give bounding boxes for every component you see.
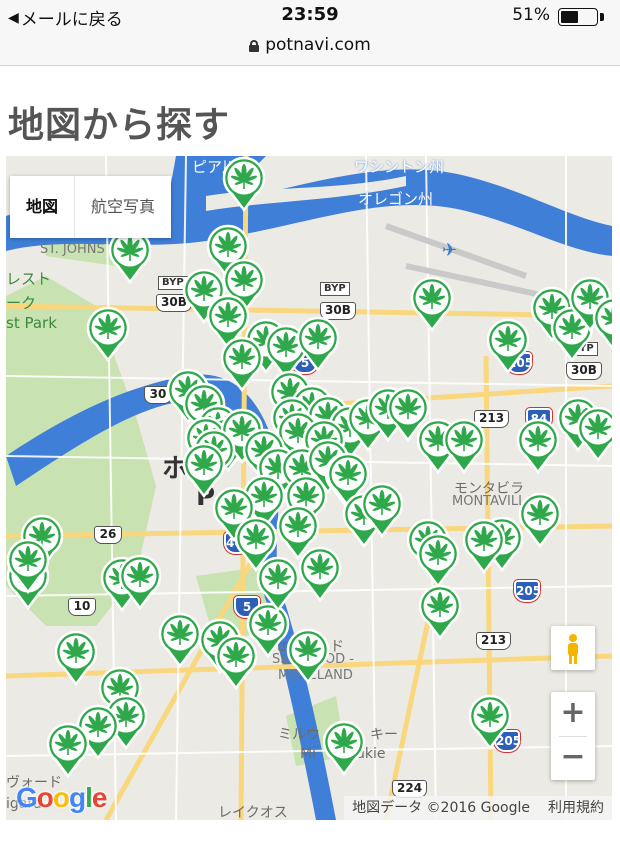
- dispensary-pin[interactable]: [518, 492, 562, 548]
- cannabis-leaf-icon: [486, 318, 530, 374]
- map-label: ミルウ: [278, 727, 320, 743]
- dispensary-pin[interactable]: [6, 538, 50, 594]
- battery-icon: [558, 8, 598, 26]
- cannabis-leaf-icon: [46, 722, 90, 778]
- dispensary-pin[interactable]: [222, 156, 266, 212]
- cannabis-leaf-icon: [220, 336, 264, 392]
- zoom-in-button[interactable]: +: [551, 692, 595, 736]
- cannabis-leaf-icon: [286, 628, 330, 684]
- dispensary-pin[interactable]: [322, 720, 366, 776]
- cannabis-leaf-icon: [256, 556, 300, 612]
- interstate-shield: 205: [514, 580, 541, 602]
- map-label: キー: [370, 727, 398, 743]
- dispensary-pin[interactable]: [442, 418, 486, 474]
- status-bar: ◀ メールに戻る 23:59 51%: [0, 0, 620, 34]
- lock-icon: [249, 40, 260, 52]
- cannabis-leaf-icon: [360, 482, 404, 538]
- map[interactable]: ワシントン州 オレゴン州 レスト ーク st Park ST. JOHNS ホ …: [6, 156, 612, 820]
- dispensary-pin[interactable]: [516, 418, 560, 474]
- url-bar[interactable]: potnavi.com: [0, 34, 620, 66]
- cannabis-leaf-icon: [54, 630, 98, 686]
- map-attribution: 地図データ ©2016 Google 利用規約: [344, 796, 612, 820]
- dispensary-pin[interactable]: [468, 694, 512, 750]
- zoom-divider: [559, 736, 587, 737]
- dispensary-pin[interactable]: [416, 532, 460, 588]
- map-label: レスト: [6, 270, 52, 288]
- attribution-text: 地図データ ©2016 Google: [352, 800, 530, 816]
- cannabis-leaf-icon: [322, 720, 366, 776]
- street-view-pegman-button[interactable]: [551, 626, 595, 670]
- map-label: オレゴン州: [358, 190, 434, 208]
- google-logo-letter: g: [69, 782, 86, 813]
- page-title: 地図から探す: [8, 105, 231, 146]
- google-logo-letter: o: [52, 782, 70, 813]
- map-type-control: 地図 航空写真: [10, 176, 172, 238]
- dispensary-pin[interactable]: [286, 628, 330, 684]
- cannabis-leaf-icon: [410, 276, 454, 332]
- google-logo-letter: o: [36, 782, 54, 813]
- map-label: ワシントン州: [354, 158, 445, 176]
- battery-percent: 51%: [512, 5, 550, 25]
- map-label: レイクオス: [218, 805, 288, 820]
- cannabis-leaf-icon: [418, 584, 462, 640]
- url-text: potnavi.com: [265, 35, 371, 55]
- google-logo-letter: G: [16, 782, 38, 813]
- battery-fill: [561, 11, 579, 23]
- dispensary-pin[interactable]: [360, 482, 404, 538]
- url-display: potnavi.com: [249, 34, 371, 56]
- highway-shield: 26: [94, 526, 122, 544]
- map-type-map-button[interactable]: 地図: [10, 176, 76, 238]
- map-type-satellite-button[interactable]: 航空写真: [75, 176, 171, 238]
- cannabis-leaf-icon: [222, 156, 266, 212]
- highway-shield: 213: [476, 632, 512, 650]
- cannabis-leaf-icon: [6, 538, 50, 594]
- map-label: Mi: [300, 746, 316, 762]
- zoom-control: + −: [551, 692, 595, 780]
- dispensary-pin[interactable]: [158, 612, 202, 668]
- terms-link[interactable]: 利用規約: [548, 796, 604, 820]
- google-logo-letter: e: [91, 782, 108, 813]
- cannabis-leaf-icon: [416, 532, 460, 588]
- cannabis-leaf-icon: [442, 418, 486, 474]
- dispensary-pin[interactable]: [256, 556, 300, 612]
- zoom-out-button[interactable]: −: [551, 736, 595, 780]
- cannabis-leaf-icon: [86, 306, 130, 362]
- dispensary-pin[interactable]: [418, 584, 462, 640]
- dispensary-pin[interactable]: [462, 518, 506, 574]
- dispensary-pin[interactable]: [486, 318, 530, 374]
- pegman-icon: [568, 634, 578, 664]
- cannabis-leaf-icon: [158, 612, 202, 668]
- dispensary-pin[interactable]: [118, 554, 162, 610]
- dispensary-pin[interactable]: [86, 306, 130, 362]
- cannabis-leaf-icon: [296, 316, 340, 372]
- dispensary-pin[interactable]: [592, 296, 612, 352]
- cannabis-leaf-icon: [298, 546, 342, 602]
- cannabis-leaf-icon: [576, 406, 612, 462]
- google-logo-letter: l: [85, 782, 93, 813]
- cannabis-leaf-icon: [462, 518, 506, 574]
- cannabis-leaf-icon: [118, 554, 162, 610]
- highway-shield: 10: [68, 598, 96, 616]
- cannabis-leaf-icon: [592, 296, 612, 350]
- battery-cap: [600, 13, 604, 21]
- dispensary-pin[interactable]: [576, 406, 612, 462]
- dispensary-pin[interactable]: [296, 316, 340, 372]
- dispensary-pin[interactable]: [410, 276, 454, 332]
- google-logo-text: Google: [16, 782, 108, 813]
- dispensary-pin[interactable]: [46, 722, 90, 778]
- google-logo[interactable]: Google: [16, 782, 108, 814]
- dispensary-pin[interactable]: [54, 630, 98, 686]
- dispensary-pin[interactable]: [220, 336, 264, 392]
- map-label: ST. JOHNS: [40, 242, 105, 257]
- dispensary-pin[interactable]: [298, 546, 342, 602]
- map-label: ーク: [6, 294, 37, 312]
- map-label: st Park: [6, 314, 57, 332]
- airport-icon: ✈: [442, 240, 458, 261]
- cannabis-leaf-icon: [518, 492, 562, 548]
- cannabis-leaf-icon: [468, 694, 512, 750]
- bypass-label: BYP: [320, 282, 350, 296]
- cannabis-leaf-icon: [516, 418, 560, 474]
- highway-shield: 30B: [566, 362, 602, 380]
